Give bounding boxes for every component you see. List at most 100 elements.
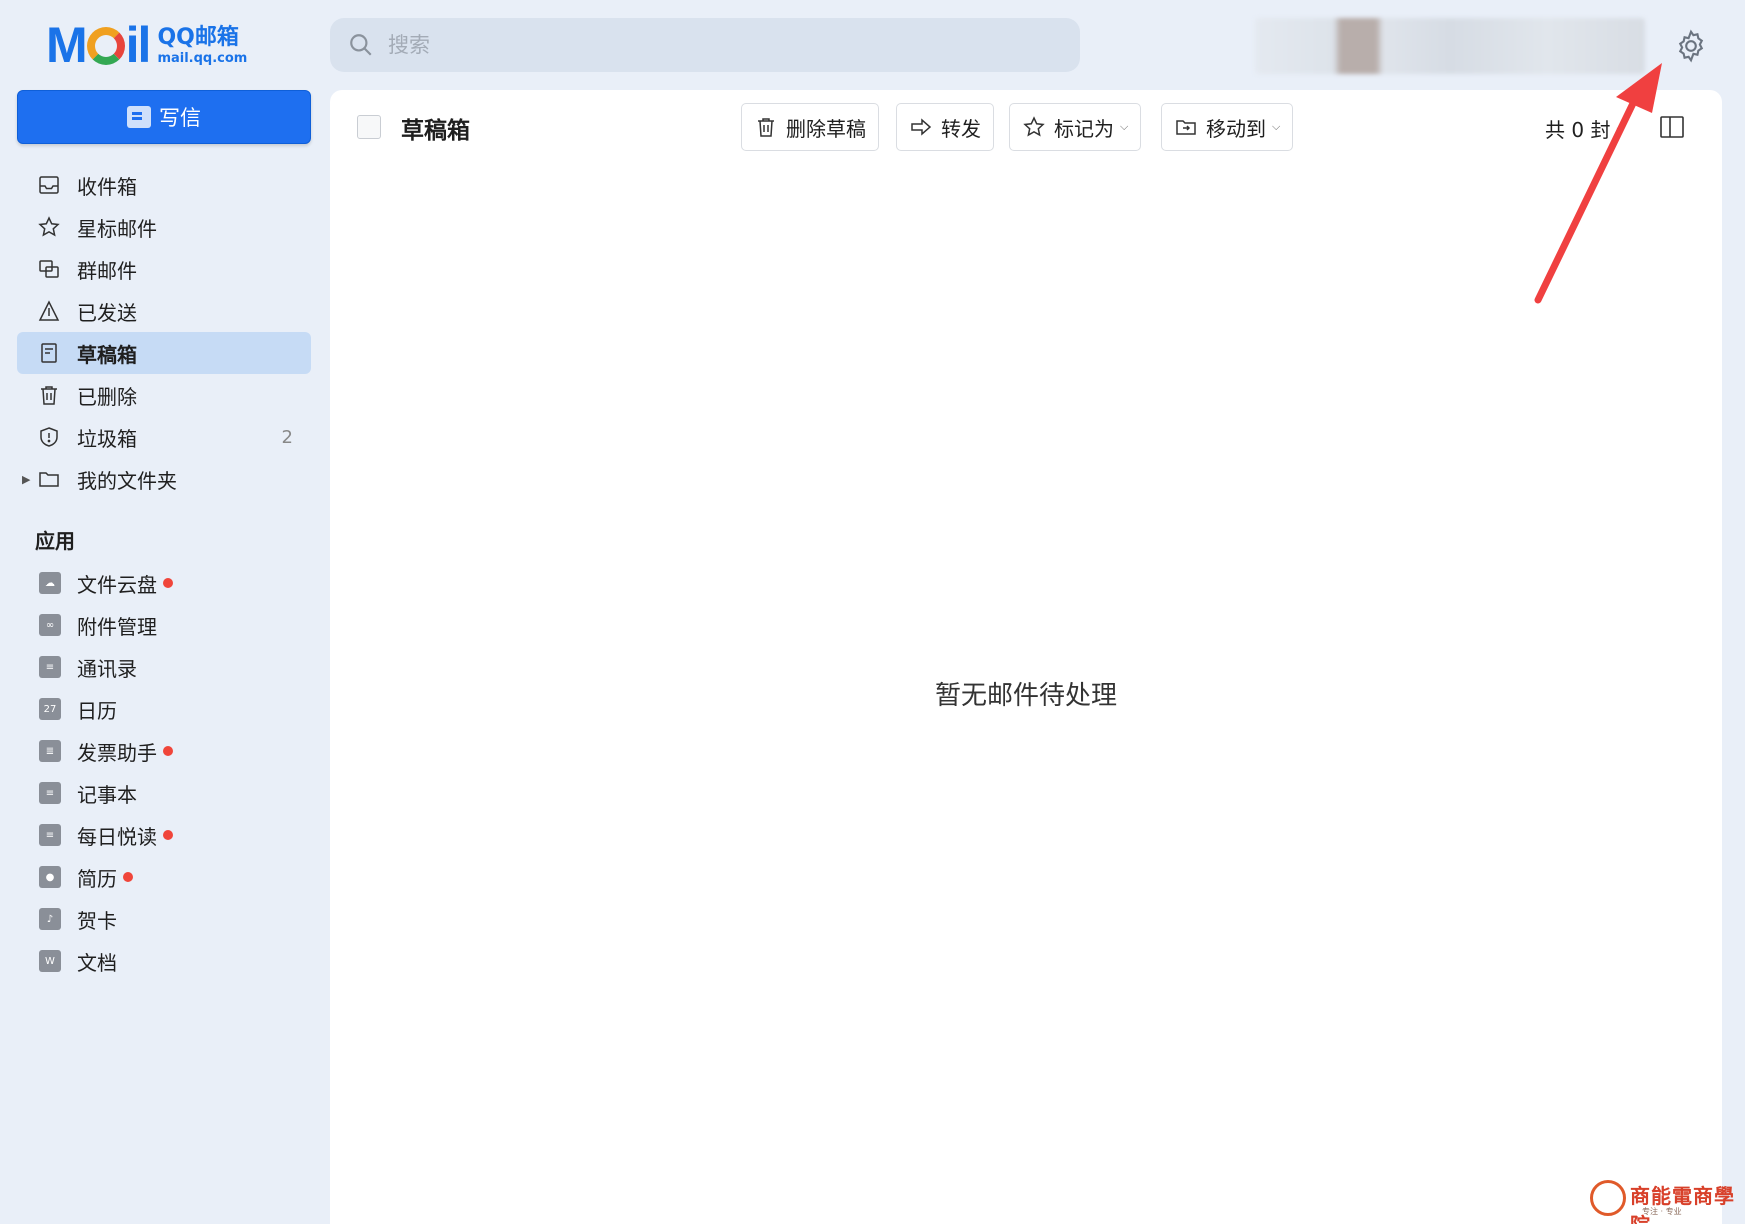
greeting-card-icon: ♪ [39, 908, 61, 930]
star-icon [38, 216, 60, 237]
app-label: 文档 [77, 950, 117, 975]
apps-list: ☁ 文件云盘 ∞ 附件管理 ≡ 通讯录 27 日历 ≣ 发票助手 ≡ 记事本 ≡… [17, 562, 311, 982]
nav-label: 已删除 [77, 384, 137, 409]
watermark-logo: 商能電商學院 专注 · 专业 [1590, 1176, 1740, 1224]
chevron-down-icon: ⌵ [1616, 121, 1625, 135]
logo-title: QQ邮箱 [157, 24, 239, 50]
app-label: 通讯录 [77, 656, 137, 681]
move-to-button[interactable]: 移动到 ⌵ [1161, 103, 1294, 151]
app-item-calendar[interactable]: 27 日历 [17, 688, 311, 730]
forward-label: 转发 [941, 116, 981, 141]
folder-icon [39, 472, 59, 487]
nav-label: 草稿箱 [77, 342, 137, 367]
invoice-icon: ≣ [39, 740, 61, 762]
nav-item-inbox[interactable]: 收件箱 [17, 164, 311, 206]
nav-item-sent[interactable]: 已发送 [17, 290, 311, 332]
trash-icon [758, 118, 774, 137]
nav-label: 我的文件夹 [77, 468, 177, 493]
app-label: 简历 [77, 866, 117, 891]
unread-dot [163, 746, 173, 756]
mark-as-label: 标记为 [1054, 116, 1114, 141]
search-icon [350, 34, 372, 56]
settings-gear-icon[interactable] [1673, 28, 1709, 64]
move-folder-icon [1176, 120, 1196, 135]
app-label: 发票助手 [77, 740, 157, 765]
apps-section-title: 应用 [35, 529, 75, 553]
app-label: 贺卡 [77, 908, 117, 933]
star-icon [1023, 116, 1045, 137]
nav-item-starred[interactable]: 星标邮件 [17, 206, 311, 248]
group-mail-icon [39, 260, 59, 278]
select-all-checkbox[interactable] [357, 115, 381, 139]
nav-label: 收件箱 [77, 174, 137, 199]
total-count[interactable]: 共 0 封 ⌵ [1545, 114, 1625, 143]
app-label: 附件管理 [77, 614, 157, 639]
cloud-drive-icon: ☁ [39, 572, 61, 594]
watermark-emblem-icon [1590, 1180, 1626, 1216]
watermark-subtext: 专注 · 专业 [1642, 1207, 1682, 1216]
forward-button[interactable]: 转发 [896, 103, 994, 151]
nav-item-spam[interactable]: 垃圾箱 2 [17, 416, 311, 458]
inbox-icon [39, 176, 59, 194]
app-item-daily-reading[interactable]: ≡ 每日悦读 [17, 814, 311, 856]
chevron-down-icon: ⌵ [1272, 120, 1281, 133]
watermark-text: 商能電商學院 [1630, 1184, 1735, 1224]
app-item-cloud-drive[interactable]: ☁ 文件云盘 [17, 562, 311, 604]
nav-item-drafts[interactable]: 草稿箱 [17, 332, 311, 374]
calendar-icon: 27 [39, 698, 61, 720]
spam-count-badge: 2 [281, 426, 293, 448]
app-label: 记事本 [77, 782, 137, 807]
unread-dot [123, 872, 133, 882]
app-label: 文件云盘 [77, 572, 157, 597]
notepad-icon: ≡ [39, 782, 61, 804]
empty-state-message: 暂无邮件待处理 [934, 681, 1117, 711]
reading-icon: ≡ [39, 824, 61, 846]
total-count-label: 共 0 封 [1545, 118, 1611, 142]
app-label: 日历 [77, 698, 117, 723]
forward-arrow-icon [911, 118, 932, 136]
account-info-blurred[interactable] [1255, 18, 1645, 74]
compose-icon [127, 106, 151, 128]
expand-caret-icon[interactable]: ▶ [22, 473, 30, 486]
unread-dot [163, 830, 173, 840]
folder-nav: 收件箱 星标邮件 群邮件 已发送 草稿箱 已删除 垃圾箱 2 ▶ 我的文件夹 [17, 164, 311, 500]
compose-button[interactable]: 写信 [17, 90, 311, 144]
app-label: 每日悦读 [77, 824, 157, 849]
search-input[interactable] [388, 33, 1028, 57]
app-item-contacts[interactable]: ≡ 通讯录 [17, 646, 311, 688]
logo-text: QQ邮箱 mail.qq.com [157, 25, 247, 66]
nav-item-deleted[interactable]: 已删除 [17, 374, 311, 416]
logo-mark: Mil [46, 17, 151, 73]
app-item-attachments[interactable]: ∞ 附件管理 [17, 604, 311, 646]
app-item-resume[interactable]: ● 简历 [17, 856, 311, 898]
logo-subtitle: mail.qq.com [157, 50, 248, 66]
trash-icon [41, 386, 57, 405]
toolbar: 草稿箱 删除草稿 转发 标记为 ⌵ 移动到 ⌵ 共 0 封 ⌵ [330, 90, 1722, 164]
reading-pane-layout-icon[interactable] [1660, 116, 1684, 138]
nav-label: 星标邮件 [77, 216, 157, 241]
chevron-down-icon: ⌵ [1120, 120, 1129, 133]
nav-label: 垃圾箱 [77, 426, 137, 451]
resume-icon: ● [39, 866, 61, 888]
app-item-notepad[interactable]: ≡ 记事本 [17, 772, 311, 814]
unread-dot [163, 578, 173, 588]
qq-mail-logo[interactable]: Mil QQ邮箱 mail.qq.com [46, 20, 247, 70]
sent-icon [38, 300, 60, 321]
mail-list-panel: 草稿箱 删除草稿 转发 标记为 ⌵ 移动到 ⌵ 共 0 封 ⌵ 暂无邮件待处理 [330, 90, 1722, 1224]
nav-label: 群邮件 [77, 258, 137, 283]
compose-label: 写信 [159, 106, 201, 130]
app-item-greeting-card[interactable]: ♪ 贺卡 [17, 898, 311, 940]
app-item-invoice[interactable]: ≣ 发票助手 [17, 730, 311, 772]
delete-draft-label: 删除草稿 [786, 116, 866, 141]
nav-item-my-folders[interactable]: ▶ 我的文件夹 [17, 458, 311, 500]
search-bar[interactable] [330, 18, 1080, 72]
mark-as-button[interactable]: 标记为 ⌵ [1009, 103, 1142, 151]
attachment-icon: ∞ [39, 614, 61, 636]
nav-item-group-mail[interactable]: 群邮件 [17, 248, 311, 290]
move-to-label: 移动到 [1206, 116, 1266, 141]
app-item-docs[interactable]: W 文档 [17, 940, 311, 982]
contacts-icon: ≡ [39, 656, 61, 678]
docs-icon: W [39, 950, 61, 972]
spam-shield-icon [40, 427, 58, 447]
delete-draft-button[interactable]: 删除草稿 [741, 103, 879, 151]
